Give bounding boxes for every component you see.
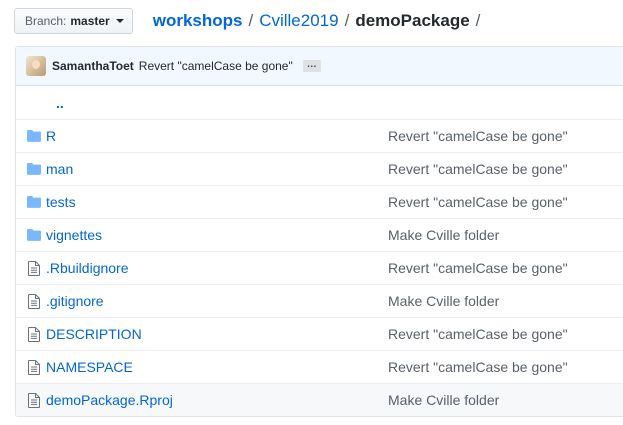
- file-browser: SamanthaToet Revert "camelCase be gone" …: [15, 46, 623, 417]
- commit-message-link[interactable]: Revert "camelCase be gone": [388, 359, 568, 375]
- file-row[interactable]: .gitignore Make Cville folder: [16, 284, 623, 317]
- file-name-link[interactable]: .Rbuildignore: [46, 260, 388, 276]
- branch-name: master: [70, 14, 110, 28]
- breadcrumb-separator: /: [475, 11, 481, 30]
- latest-commit-bar: SamanthaToet Revert "camelCase be gone" …: [16, 47, 623, 86]
- file-row[interactable]: demoPackage.Rproj Make Cville folder: [16, 383, 623, 416]
- commit-message-link[interactable]: Revert "camelCase be gone": [388, 128, 568, 144]
- commit-message-link[interactable]: Make Cville folder: [388, 293, 499, 309]
- commit-message[interactable]: Revert "camelCase be gone": [139, 59, 293, 73]
- breadcrumb-repo-link[interactable]: workshops: [153, 11, 243, 31]
- file-row[interactable]: tests Revert "camelCase be gone": [16, 185, 623, 218]
- file-name-link[interactable]: vignettes: [46, 227, 388, 243]
- folder-icon: [26, 229, 42, 241]
- file-name-link[interactable]: NAMESPACE: [46, 359, 388, 375]
- file-icon: [26, 392, 42, 408]
- expand-commit-button[interactable]: …: [302, 60, 321, 72]
- repo-header: Branch: master workshops / Cville2019 / …: [14, 7, 486, 35]
- breadcrumb-separator: /: [248, 11, 254, 30]
- file-name-link[interactable]: tests: [46, 194, 388, 210]
- file-icon: [26, 260, 42, 276]
- file-row[interactable]: vignettes Make Cville folder: [16, 218, 623, 251]
- updir-row[interactable]: ..: [16, 86, 623, 119]
- commit-author[interactable]: SamanthaToet: [52, 59, 134, 73]
- breadcrumb: workshops / Cville2019 / demoPackage /: [153, 11, 487, 31]
- branch-label: Branch:: [25, 14, 67, 28]
- commit-message-link[interactable]: Revert "camelCase be gone": [388, 194, 568, 210]
- breadcrumb-folder-link[interactable]: Cville2019: [259, 11, 338, 31]
- file-icon: [26, 326, 42, 342]
- file-name-link[interactable]: .gitignore: [46, 293, 388, 309]
- file-name-link[interactable]: DESCRIPTION: [46, 326, 388, 342]
- file-row[interactable]: .Rbuildignore Revert "camelCase be gone": [16, 251, 623, 284]
- file-row[interactable]: R Revert "camelCase be gone": [16, 119, 623, 152]
- file-name-link[interactable]: man: [46, 161, 388, 177]
- file-icon: [26, 293, 42, 309]
- file-row[interactable]: man Revert "camelCase be gone": [16, 152, 623, 185]
- updir-link[interactable]: ..: [46, 95, 398, 111]
- breadcrumb-current: demoPackage: [355, 11, 470, 30]
- commit-message-link[interactable]: Revert "camelCase be gone": [388, 161, 568, 177]
- file-icon: [26, 359, 42, 375]
- commit-message-link[interactable]: Revert "camelCase be gone": [388, 326, 568, 342]
- file-row[interactable]: NAMESPACE Revert "camelCase be gone": [16, 350, 623, 383]
- folder-icon: [26, 196, 42, 208]
- folder-icon: [26, 130, 42, 142]
- breadcrumb-separator: /: [344, 11, 350, 30]
- file-name-link[interactable]: R: [46, 128, 388, 144]
- file-name-link[interactable]: demoPackage.Rproj: [46, 392, 388, 408]
- commit-message-link[interactable]: Revert "camelCase be gone": [388, 260, 568, 276]
- commit-message-link[interactable]: Make Cville folder: [388, 392, 499, 408]
- caret-down-icon: [115, 19, 124, 23]
- branch-select-button[interactable]: Branch: master: [14, 8, 133, 34]
- file-row[interactable]: DESCRIPTION Revert "camelCase be gone": [16, 317, 623, 350]
- commit-message-link[interactable]: Make Cville folder: [388, 227, 499, 243]
- avatar[interactable]: [26, 56, 46, 76]
- folder-icon: [26, 163, 42, 175]
